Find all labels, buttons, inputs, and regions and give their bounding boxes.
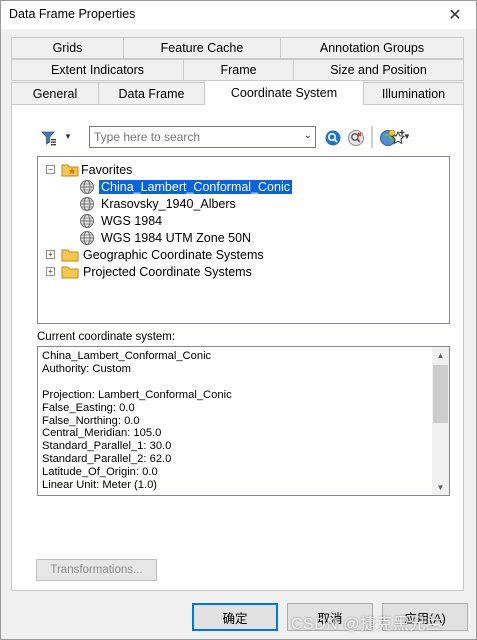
folder-icon [61, 266, 79, 278]
tab-grids[interactable]: Grids [11, 37, 124, 59]
tab-general[interactable]: General [11, 82, 99, 105]
detail-line: Authority: Custom [42, 362, 131, 375]
scroll-thumb[interactable] [433, 365, 448, 423]
search-box: ⌄ [89, 126, 316, 148]
detail-line [42, 376, 232, 389]
tree-node-projected[interactable]: + Projected Coordinate Systems [46, 263, 254, 280]
tree-node-crs[interactable]: WGS 1984 [79, 212, 164, 229]
tab-annotation-groups[interactable]: Annotation Groups [280, 37, 464, 59]
tree-node-geographic[interactable]: + Geographic Coordinate Systems [46, 246, 266, 263]
detail-line: Latitude_Of_Origin: 0.0 [42, 466, 158, 479]
current-system-label: Current coordinate system: [37, 331, 176, 343]
coordinate-toolbar: ▼ ⌄ ▼ [28, 126, 418, 150]
tree-node-crs[interactable]: China_Lambert_Conformal_Conic [79, 178, 293, 195]
detail-line: False_Easting: 0.0 [42, 401, 135, 414]
toolbar-separator [371, 126, 373, 148]
vertical-scrollbar[interactable]: ▲ ▼ [432, 347, 449, 495]
favorites-folder-icon [61, 164, 79, 176]
watermark: CSDN @捷克黑兄兰 [291, 616, 443, 633]
scroll-up-icon[interactable]: ▲ [432, 347, 449, 363]
globe-icon [80, 213, 94, 228]
dialog-window: Data Frame Properties ✕ Grids Feature Ca… [0, 0, 477, 640]
expand-icon[interactable]: + [46, 250, 55, 259]
detail-line: False_Northing: 0.0 [42, 414, 140, 427]
search-input[interactable] [90, 127, 275, 147]
detail-line: Standard_Parallel_1: 30.0 [42, 440, 172, 453]
ok-button[interactable]: 确定 [192, 603, 278, 631]
tab-feature-cache[interactable]: Feature Cache [123, 37, 281, 59]
tab-data-frame[interactable]: Data Frame [98, 82, 205, 105]
title-bar: Data Frame Properties ✕ [1, 1, 476, 29]
tab-coordinate-system[interactable]: Coordinate System [204, 80, 364, 106]
expand-icon[interactable]: + [46, 267, 55, 276]
tree-node-crs[interactable]: Krasovsky_1940_Albers [79, 195, 238, 212]
window-title: Data Frame Properties [9, 7, 136, 21]
tab-size-and-position[interactable]: Size and Position [293, 59, 464, 81]
folder-icon [61, 249, 79, 261]
tab-extent-indicators[interactable]: Extent Indicators [11, 59, 184, 81]
close-button[interactable]: ✕ [434, 1, 476, 29]
globe-icon [80, 230, 94, 245]
tree-label: Krasovsky_1940_Albers [101, 196, 236, 211]
tab-frame[interactable]: Frame [183, 59, 294, 81]
search-icon[interactable] [323, 128, 343, 148]
tree-label: China_Lambert_Conformal_Conic [98, 178, 293, 195]
scroll-down-icon[interactable]: ▼ [432, 479, 449, 495]
toolbar-spacer [350, 128, 370, 148]
tree-label: WGS 1984 [101, 213, 163, 228]
tab-illumination[interactable]: Illumination [363, 82, 464, 105]
globe-icon [80, 196, 94, 211]
tree-label: WGS 1984 UTM Zone 50N [101, 230, 252, 245]
tree-label: Projected Coordinate Systems [83, 264, 252, 279]
tree-label: Geographic Coordinate Systems [83, 247, 264, 262]
coordinate-system-tree[interactable]: − Favorites China_Lambert_Conformal_Coni… [37, 156, 450, 324]
tree-node-favorites[interactable]: − Favorites [46, 161, 134, 178]
detail-line: Linear Unit: Meter (1.0) [42, 479, 158, 492]
detail-line: Central_Meridian: 105.0 [42, 427, 162, 440]
add-favorite-icon[interactable] [388, 128, 408, 148]
detail-line: China_Lambert_Conformal_Conic [42, 350, 212, 362]
current-system-details[interactable]: China_Lambert_Conformal_Conic Authority:… [37, 346, 450, 496]
search-dropdown-icon[interactable]: ⌄ [304, 130, 312, 141]
detail-line: Standard_Parallel_2: 62.0 [42, 453, 172, 466]
tab-strip: Grids Feature Cache Annotation Groups Ex… [11, 37, 464, 106]
tree-label: Favorites [81, 162, 133, 177]
details-text: China_Lambert_Conformal_Conic Authority:… [42, 350, 232, 492]
filter-dropdown-icon[interactable]: ▼ [64, 132, 72, 141]
collapse-icon[interactable]: − [46, 165, 55, 174]
tree-node-crs[interactable]: WGS 1984 UTM Zone 50N [79, 229, 253, 246]
transformations-button[interactable]: Transformations... [36, 559, 157, 581]
detail-line: Projection: Lambert_Conformal_Conic [42, 388, 232, 401]
filter-icon[interactable] [39, 128, 59, 148]
globe-icon [80, 179, 94, 194]
